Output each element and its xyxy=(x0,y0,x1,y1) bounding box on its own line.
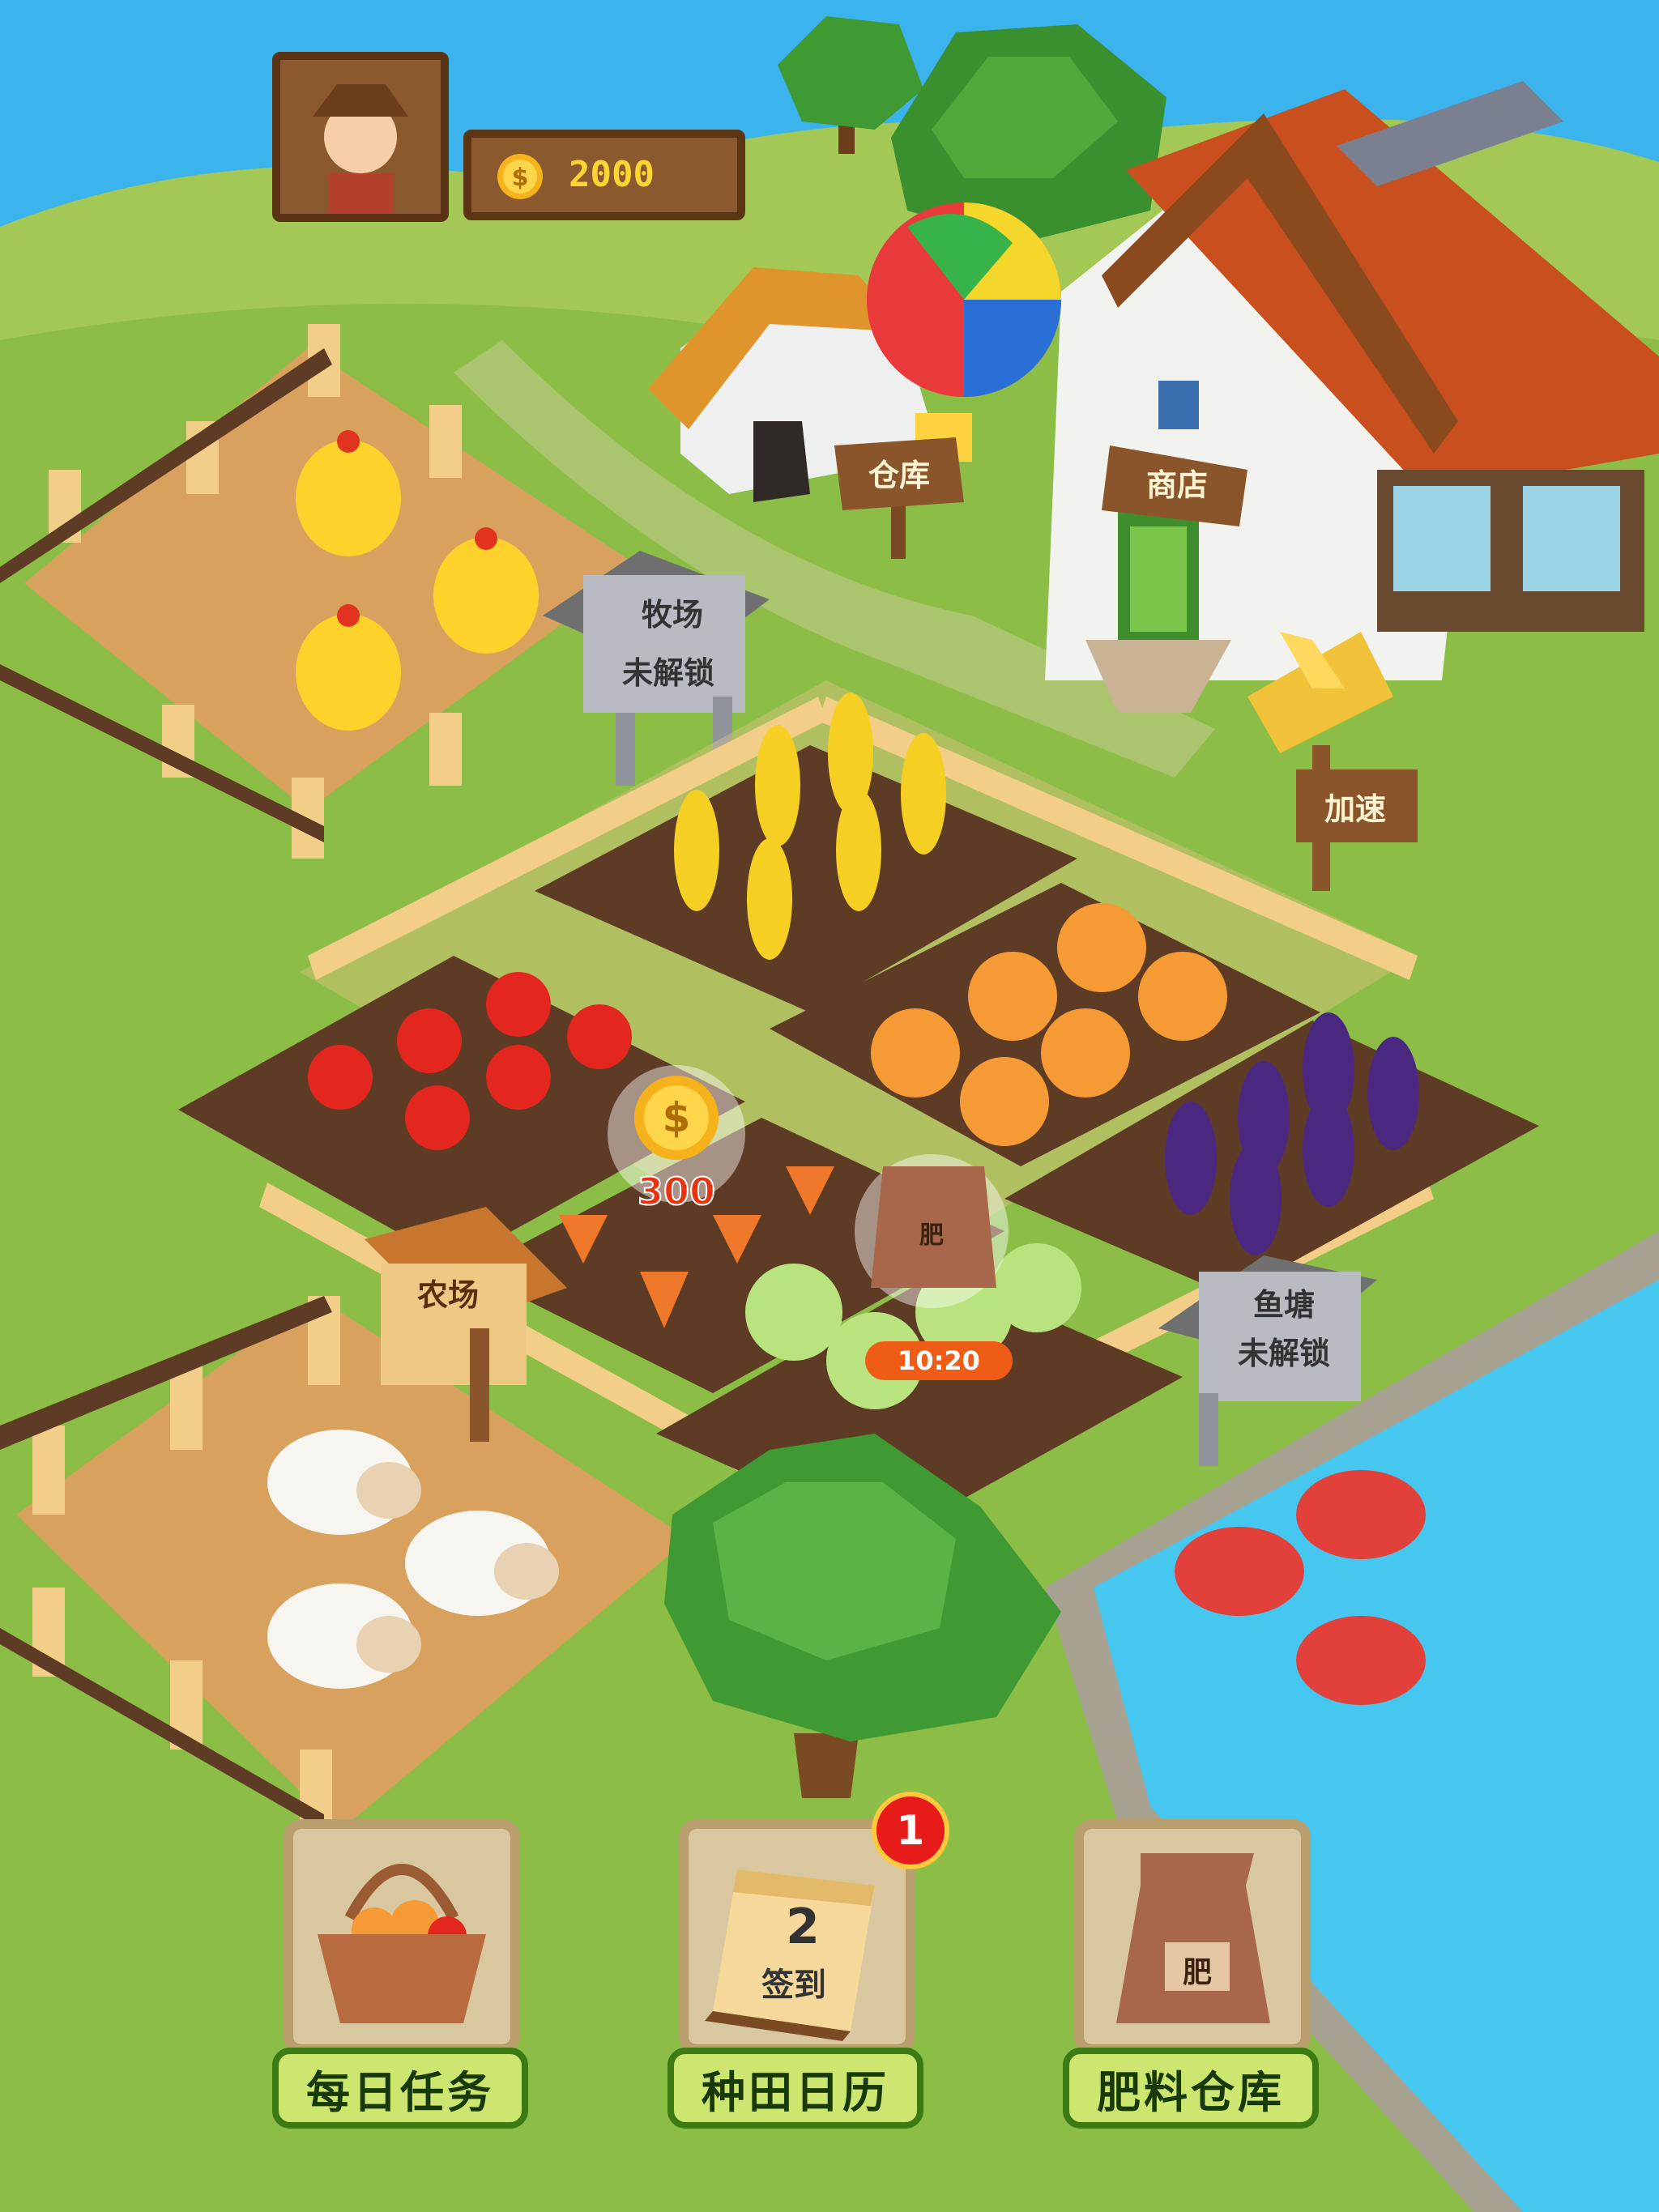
fertilizer-storage-card[interactable]: 肥 xyxy=(1074,1819,1311,2054)
fertilizer-bag-icon xyxy=(1116,1853,1270,2023)
calendar-checkin-text: 签到 xyxy=(761,1967,826,2004)
shop-label[interactable]: 商店 xyxy=(1116,460,1238,505)
fertilizer-bag-label: 肥 xyxy=(919,1221,944,1250)
growth-timer: 10:20 xyxy=(865,1341,1013,1380)
svg-text:$: $ xyxy=(663,1094,691,1141)
fish[interactable] xyxy=(1296,1616,1426,1705)
speedup-label[interactable]: 加速 xyxy=(1303,784,1408,829)
fertilizer-storage-button[interactable]: 肥料仓库 xyxy=(1063,2048,1319,2129)
farm-calendar-button[interactable]: 种田日历 xyxy=(667,2048,923,2129)
fish[interactable] xyxy=(1175,1527,1304,1616)
basket-icon xyxy=(318,1864,486,2023)
coin-counter: $ 2000 xyxy=(463,130,745,220)
ranch-title: 牧场 xyxy=(641,597,703,633)
ranch-status: 未解锁 xyxy=(621,655,714,691)
fish[interactable] xyxy=(1296,1470,1426,1559)
daily-tasks-button[interactable]: 每日任务 xyxy=(272,2048,528,2129)
farm-sign-label: 农场 xyxy=(416,1277,479,1313)
fishpond-title: 鱼塘 xyxy=(1252,1287,1315,1323)
coin-amount: 2000 xyxy=(569,154,655,195)
daily-tasks-card[interactable] xyxy=(284,1819,520,2054)
coin-icon: $ xyxy=(497,154,543,199)
warehouse-label[interactable]: 仓库 xyxy=(842,450,956,495)
calendar-day: 2 xyxy=(786,1899,820,1955)
player-avatar-frame[interactable] xyxy=(272,52,449,222)
fishpond-status: 未解锁 xyxy=(1237,1336,1330,1371)
farmer-avatar-icon xyxy=(280,60,441,214)
fertilizer-bag-text: 肥 xyxy=(1182,1956,1212,1989)
svg-text:$: $ xyxy=(512,164,529,192)
coin-reward-value: 300 xyxy=(637,1169,716,1214)
notification-badge: 1 xyxy=(872,1792,949,1869)
